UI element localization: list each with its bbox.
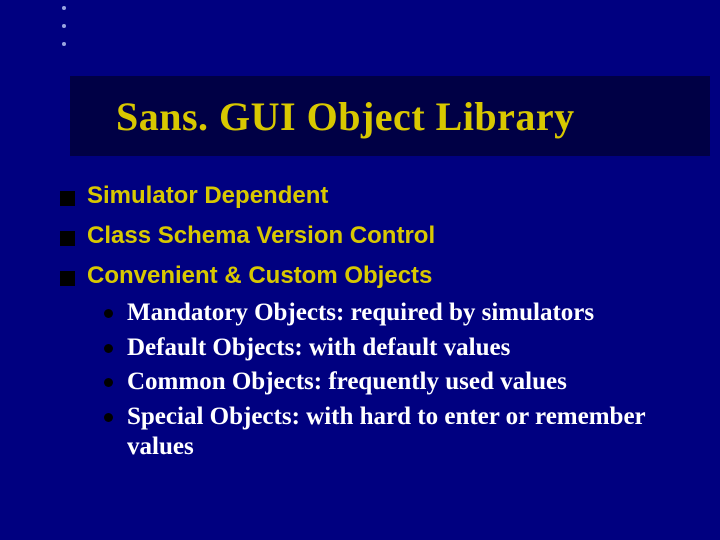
bullet-text: Convenient & Custom Objects [87, 262, 432, 290]
sub-bullet-lead: Common Objects: [127, 368, 322, 395]
content-area: Simulator Dependent Class Schema Version… [60, 170, 680, 467]
square-bullet-icon [60, 191, 75, 206]
dot-icon [62, 24, 66, 28]
sub-bullet-row: Special Objects: with hard to enter or r… [104, 402, 680, 463]
sub-bullet-row: Default Objects: with default values [104, 333, 680, 364]
sub-bullet-rest: with default values [303, 334, 511, 361]
bullet-row: Convenient & Custom Objects [60, 262, 680, 290]
sub-bullet-rest: frequently used values [322, 368, 567, 395]
sub-bullet-text: Special Objects: with hard to enter or r… [127, 402, 680, 463]
bullet-text: Simulator Dependent [87, 182, 328, 210]
slide-title: Sans. GUI Object Library [116, 93, 575, 140]
dot-icon [62, 6, 66, 10]
sub-bullet-list: Mandatory Objects: required by simulator… [104, 298, 680, 463]
sub-bullet-lead: Mandatory Objects: [127, 299, 344, 326]
title-band: Sans. GUI Object Library [70, 76, 710, 156]
bullet-text: Class Schema Version Control [87, 222, 435, 250]
disc-bullet-icon [104, 378, 113, 387]
bullet-row: Simulator Dependent [60, 182, 680, 210]
disc-bullet-icon [104, 309, 113, 318]
disc-bullet-icon [104, 413, 113, 422]
sub-bullet-lead: Default Objects: [127, 334, 303, 361]
sub-bullet-text: Common Objects: frequently used values [127, 367, 567, 398]
sub-bullet-rest: required by simulators [344, 299, 594, 326]
square-bullet-icon [60, 271, 75, 286]
dot-icon [62, 42, 66, 46]
sub-bullet-lead: Special Objects: [127, 403, 300, 430]
sub-bullet-row: Common Objects: frequently used values [104, 367, 680, 398]
sub-bullet-row: Mandatory Objects: required by simulator… [104, 298, 680, 329]
sub-bullet-text: Mandatory Objects: required by simulator… [127, 298, 594, 329]
disc-bullet-icon [104, 344, 113, 353]
sub-bullet-text: Default Objects: with default values [127, 333, 510, 364]
bullet-row: Class Schema Version Control [60, 222, 680, 250]
square-bullet-icon [60, 231, 75, 246]
decorative-dots [62, 6, 66, 46]
